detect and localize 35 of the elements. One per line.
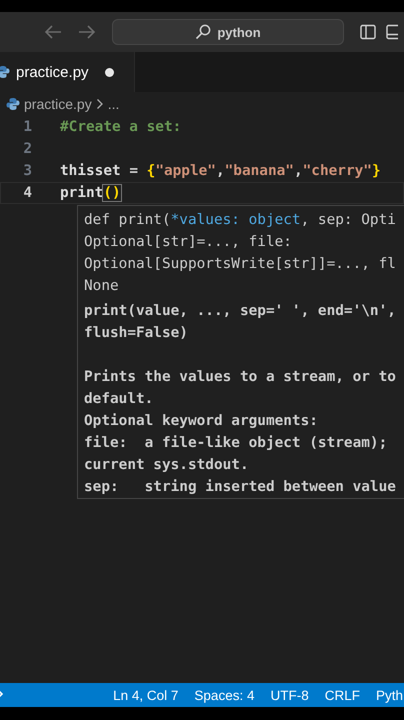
search-field[interactable]: python — [112, 19, 344, 45]
line-number: 4 — [22, 185, 32, 201]
doc-line: Prints the values to a stream, or to — [84, 368, 397, 387]
doc-line: default. — [84, 390, 154, 409]
status-item[interactable]: Ln 4, Col 7 — [113, 688, 178, 702]
python-logo-icon — [0, 65, 10, 79]
signature-line: Optional[str]=..., file: — [84, 233, 293, 252]
usage-line: flush=False) — [84, 324, 189, 343]
editor-tab[interactable]: practice.py — [0, 52, 135, 92]
code-line: print() — [60, 185, 121, 201]
search-icon — [195, 24, 212, 40]
doc-line: Optional keyword arguments: — [84, 412, 319, 431]
chevron-right-icon — [96, 98, 104, 110]
signature-line: Optional[SupportsWrite[str]]=..., fl — [84, 255, 397, 274]
signature-line: def print(*values: object, sep: Opti — [84, 211, 397, 230]
line-number: 3 — [22, 163, 32, 179]
line-number: 1 — [22, 119, 32, 135]
line-number: 2 — [22, 141, 32, 157]
breadcrumb-item[interactable]: ... — [108, 96, 120, 112]
doc-line: current sys.stdout. — [84, 456, 250, 475]
status-item[interactable]: Pyth — [376, 688, 403, 702]
split-layout-icon[interactable] — [360, 24, 376, 40]
doc-line: sep: string inserted between value — [84, 478, 397, 497]
doc-line: file: a file-like object (stream); — [84, 434, 388, 453]
panel-layout-icon[interactable] — [386, 24, 398, 40]
unsaved-dot-icon[interactable] — [104, 68, 114, 76]
python-logo-icon — [6, 97, 20, 111]
status-item[interactable]: Spaces: 4 — [194, 688, 254, 702]
breadcrumb-item[interactable]: practice.py — [24, 96, 92, 112]
status-item[interactable]: CRLF — [324, 688, 360, 702]
usage-line: print(value, ..., sep=' ', end='\n', — [84, 302, 397, 321]
code-line: thisset = {"apple","banana","cherry"} — [60, 163, 381, 179]
code-line: #Create a set: — [60, 119, 182, 135]
status-item[interactable]: UTF-8 — [270, 688, 309, 702]
signature-line: None — [84, 277, 120, 296]
